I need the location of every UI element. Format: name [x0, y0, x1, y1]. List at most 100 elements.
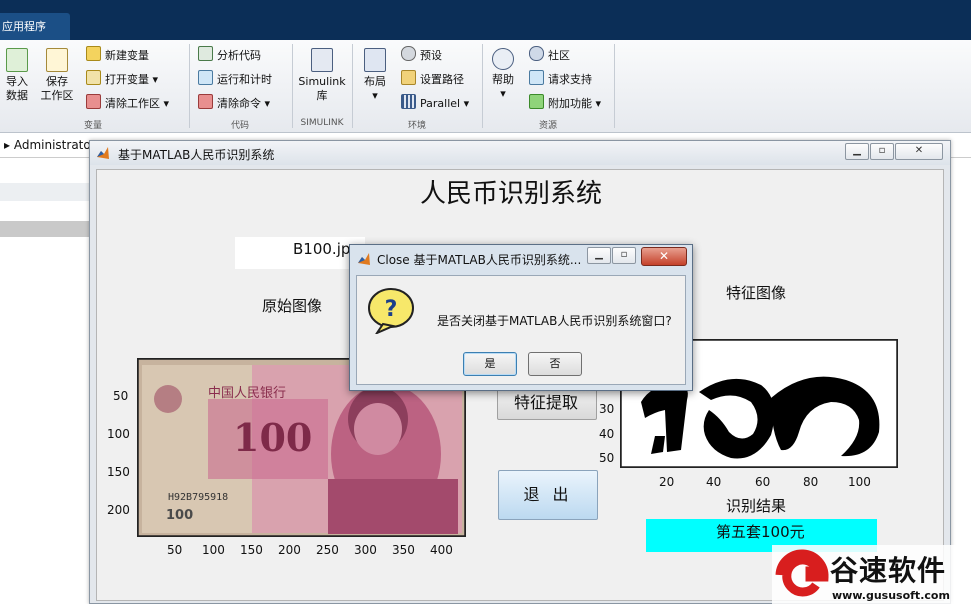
banknote-corner-value: 100: [166, 508, 193, 523]
new-variable-icon: [86, 46, 101, 61]
axes1-ytick: 100: [107, 427, 130, 441]
set-path-label: 设置路径: [420, 73, 464, 86]
watermark-url: www.gususoft.com: [832, 589, 950, 602]
new-variable-label: 新建变量: [105, 49, 149, 62]
community-label: 社区: [548, 49, 570, 62]
simulink-label-1: Simulink: [298, 75, 346, 88]
axes1-xtick: 200: [278, 543, 301, 557]
address-path-text: Administrato: [13, 138, 91, 152]
request-support-button[interactable]: 请求支持: [529, 70, 592, 88]
simulink-label-2: 库: [316, 89, 328, 102]
banknote-header: 中国人民银行: [208, 386, 286, 401]
support-icon: [529, 70, 544, 85]
save-label-1: 保存: [46, 75, 68, 88]
axes2-xtick: 60: [755, 475, 771, 489]
yes-button[interactable]: 是: [463, 352, 517, 376]
eraser-icon: [86, 94, 101, 109]
run-time-label: 运行和计时: [217, 73, 272, 86]
axes2-ytick: 40: [599, 427, 615, 441]
group-code-label: 代码: [230, 121, 249, 131]
banknote-serial: H92B795918: [168, 492, 228, 503]
maximize-button[interactable]: ▫: [870, 143, 894, 160]
axes2-xtick: 80: [803, 475, 819, 489]
import-label-1: 导入: [6, 75, 28, 88]
new-variable-button[interactable]: 新建变量: [86, 46, 149, 64]
axes2-xtick: 40: [706, 475, 722, 489]
close-window-button[interactable]: ✕: [895, 143, 943, 160]
clear-workspace-button[interactable]: 清除工作区 ▾: [86, 94, 169, 112]
clear-commands-button[interactable]: 清除命令 ▾: [198, 94, 270, 112]
addons-label: 附加功能 ▾: [548, 97, 602, 110]
ribbon-separator: [482, 44, 483, 128]
tab-apps[interactable]: 应用程序: [0, 13, 70, 40]
axes1-xtick: 300: [354, 543, 377, 557]
parallel-button[interactable]: Parallel ▾: [401, 94, 469, 112]
folder-icon: [401, 70, 416, 85]
open-variable-icon: [86, 70, 101, 85]
axes1-ytick: 150: [107, 465, 130, 479]
import-icon: [6, 48, 28, 72]
community-icon: [529, 46, 544, 61]
result-text: 第五套100元: [716, 523, 805, 541]
axes1-xtick: 150: [240, 543, 263, 557]
import-data-button[interactable]: 导入 数据: [2, 48, 32, 103]
import-label-2: 数据: [6, 89, 28, 102]
axes1-xtick: 400: [430, 543, 453, 557]
dialog-maximize-button[interactable]: ▫: [612, 247, 636, 264]
simulink-library-button[interactable]: Simulink 库: [296, 48, 348, 103]
address-path[interactable]: ▸ Administrato: [4, 138, 91, 152]
save-icon: [46, 48, 68, 72]
banknote-denomination: 100: [233, 415, 312, 460]
layout-label-2: ▾: [372, 89, 378, 102]
open-variable-button[interactable]: 打开变量 ▾: [86, 70, 158, 88]
dialog-minimize-button[interactable]: ▁: [587, 247, 611, 264]
figure-title: 基于MATLAB人民币识别系统: [118, 148, 275, 162]
page-title: 人民币识别系统: [420, 179, 603, 209]
axes1-xtick: 50: [167, 543, 183, 557]
set-path-button[interactable]: 设置路径: [401, 70, 464, 88]
axes2-xtick: 100: [848, 475, 871, 489]
left-pane-row-selected: [0, 221, 92, 237]
watermark-brand: 谷速软件: [830, 554, 947, 587]
exit-button[interactable]: 退 出: [498, 470, 598, 520]
no-button[interactable]: 否: [528, 352, 582, 376]
request-support-label: 请求支持: [548, 73, 592, 86]
save-workspace-button[interactable]: 保存 工作区: [38, 48, 76, 103]
help-label-2: ▾: [500, 87, 506, 100]
dialog-body: ? 是否关闭基于MATLAB人民币识别系统窗口? 是 否: [356, 275, 686, 385]
ribbon-separator: [189, 44, 190, 128]
community-button[interactable]: 社区: [529, 46, 570, 64]
run-time-icon: [198, 70, 213, 85]
ribbon-separator: [352, 44, 353, 128]
parallel-icon: [401, 94, 416, 109]
close-confirm-dialog: Close 基于MATLAB人民币识别系统... ▁ ▫ ✕ ? 是否关闭基于M…: [349, 244, 693, 391]
axes1-xtick: 100: [202, 543, 225, 557]
layout-button[interactable]: 布局 ▾: [358, 48, 392, 103]
preferences-button[interactable]: 预设: [401, 46, 442, 64]
clear-workspace-label: 清除工作区 ▾: [105, 97, 170, 110]
ribbon-separator: [614, 44, 615, 128]
group-variable-label: 变量: [83, 121, 102, 131]
analyze-code-icon: [198, 46, 213, 61]
matlab-icon: [97, 147, 109, 159]
axes1-ytick: 50: [113, 389, 129, 403]
group-resources-label: 资源: [538, 121, 557, 131]
addons-icon: [529, 94, 544, 109]
axes2-xtick: 20: [659, 475, 675, 489]
left-pane-row: [0, 183, 92, 201]
analyze-code-button[interactable]: 分析代码: [198, 46, 261, 64]
axes2-ytick: 50: [599, 451, 615, 465]
feature-extract-button[interactable]: 特征提取: [497, 386, 597, 420]
watermark: 谷速软件 www.gususoft.com: [772, 545, 971, 604]
dialog-close-button[interactable]: ✕: [641, 247, 687, 266]
run-and-time-button[interactable]: 运行和计时: [198, 70, 272, 88]
clear-commands-icon: [198, 94, 213, 109]
axes1-xtick: 350: [392, 543, 415, 557]
axes1-xtick: 250: [316, 543, 339, 557]
layout-label-1: 布局: [364, 75, 386, 88]
minimize-button[interactable]: ▁: [845, 143, 869, 160]
help-button[interactable]: 帮助 ▾: [487, 48, 519, 101]
label-result: 识别结果: [726, 497, 787, 515]
addons-button[interactable]: 附加功能 ▾: [529, 94, 601, 112]
label-original-image: 原始图像: [262, 297, 323, 315]
